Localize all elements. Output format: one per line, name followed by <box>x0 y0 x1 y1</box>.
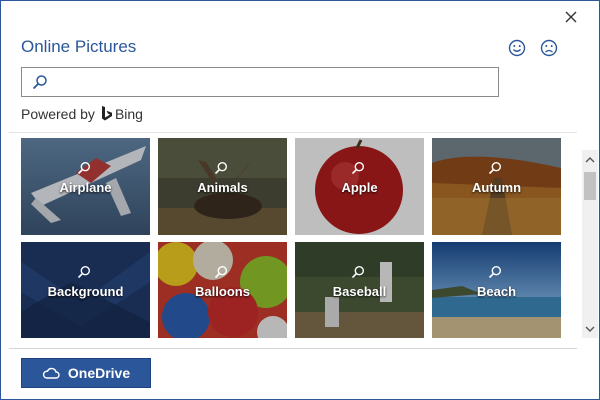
online-pictures-dialog: Online Pictures Powered by Bing Airplane… <box>0 0 600 400</box>
tile-label: Background <box>47 284 124 299</box>
bing-label: Bing <box>114 106 143 122</box>
frown-icon[interactable] <box>540 39 558 57</box>
smile-icon[interactable] <box>508 39 526 57</box>
tile-label: Autumn <box>471 180 522 195</box>
category-tile-autumn[interactable]: Autumn <box>432 138 561 235</box>
tile-label: Baseball <box>332 284 387 299</box>
category-tile-baseball[interactable]: Baseball <box>295 242 424 338</box>
vertical-scrollbar[interactable] <box>582 150 598 338</box>
category-tile-background[interactable]: Background <box>21 242 150 338</box>
scroll-up-button[interactable] <box>582 150 598 168</box>
category-tile-airplane[interactable]: Airplane <box>21 138 150 235</box>
powered-by-bing: Powered by Bing <box>21 106 143 122</box>
search-icon <box>488 265 502 279</box>
search-input[interactable] <box>56 72 490 94</box>
divider <box>9 348 577 349</box>
bing-brand: Bing <box>101 106 143 122</box>
search-icon <box>488 161 502 175</box>
category-tile-apple[interactable]: Apple <box>295 138 424 235</box>
bing-logo-icon <box>101 106 112 121</box>
category-tile-animals[interactable]: Animals <box>158 138 287 235</box>
onedrive-label: OneDrive <box>67 365 131 381</box>
tile-label: Airplane <box>59 180 112 195</box>
search-box[interactable] <box>21 67 499 97</box>
category-grid: Airplane Animals Apple Autumn Background… <box>21 138 571 338</box>
cloud-icon <box>42 367 60 379</box>
category-tile-beach[interactable]: Beach <box>432 242 561 338</box>
chevron-up-icon <box>585 156 595 162</box>
divider <box>9 132 577 133</box>
tile-label: Beach <box>476 284 517 299</box>
search-icon <box>351 265 365 279</box>
onedrive-button[interactable]: OneDrive <box>21 358 151 388</box>
scroll-thumb[interactable] <box>584 172 596 200</box>
dialog-title: Online Pictures <box>21 37 137 56</box>
search-icon <box>32 75 47 90</box>
tile-label: Balloons <box>195 284 250 299</box>
search-icon <box>77 265 91 279</box>
tile-label: Animals <box>197 180 248 195</box>
search-icon <box>351 161 365 175</box>
search-icon <box>214 265 228 279</box>
close-icon <box>565 11 577 23</box>
category-tile-balloons[interactable]: Balloons <box>158 242 287 338</box>
search-icon <box>214 161 228 175</box>
close-button[interactable] <box>561 7 581 27</box>
powered-by-text: Powered by <box>21 106 95 122</box>
scroll-down-button[interactable] <box>582 320 598 338</box>
tile-label: Apple <box>341 180 378 195</box>
chevron-down-icon <box>585 326 595 332</box>
search-icon <box>77 161 91 175</box>
